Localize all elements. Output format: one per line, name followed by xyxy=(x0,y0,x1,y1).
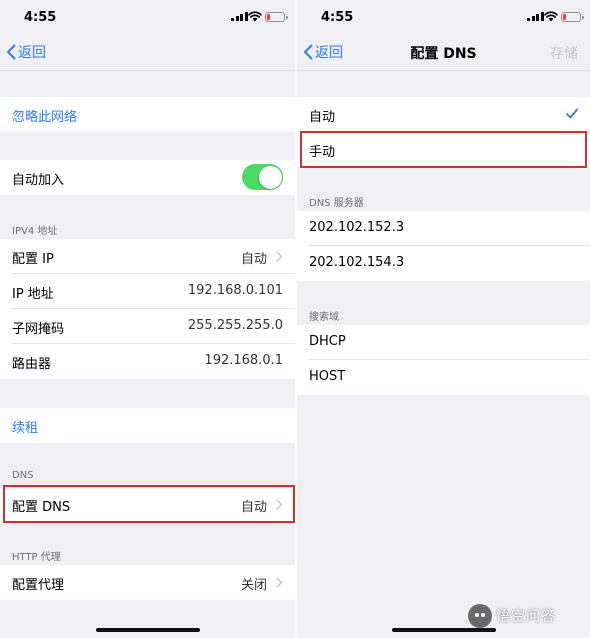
ip-address-value: 192.168.0.101 xyxy=(187,283,283,298)
dns-server-address: 202.102.154.3 xyxy=(309,255,405,270)
ip-address-row: IP 地址 192.168.0.101 xyxy=(0,274,295,309)
dns-servers-section-header: DNS 服务器 xyxy=(309,198,364,209)
router-label: 路由器 xyxy=(12,357,52,372)
dns-mode-automatic[interactable]: 自动 xyxy=(297,97,590,132)
nav-bar: 返回 配置 DNS 存储 xyxy=(297,34,590,70)
cellular-signal-icon xyxy=(527,12,544,21)
dns-mode-manual[interactable]: 手动 xyxy=(297,132,590,167)
wifi-icon xyxy=(248,11,262,22)
subnet-mask-row: 子网掩码 255.255.255.0 xyxy=(0,309,295,344)
configure-ip-label: 配置 IP xyxy=(12,252,54,267)
search-domain-item[interactable]: HOST xyxy=(297,360,590,395)
search-domain-label: DHCP xyxy=(309,334,346,349)
configure-dns-value: 自动 xyxy=(240,500,267,515)
configure-dns-row[interactable]: 配置 DNS 自动 xyxy=(0,487,295,522)
renew-lease-button[interactable]: 续租 xyxy=(0,408,295,443)
configure-ip-row[interactable]: 配置 IP 自动 xyxy=(0,239,295,274)
wukong-logo-icon xyxy=(468,604,492,628)
search-domain-label: HOST xyxy=(309,369,346,384)
configure-dns-label: 配置 DNS xyxy=(12,500,71,515)
checkmark-icon xyxy=(566,108,578,119)
save-button[interactable]: 存储 xyxy=(550,43,578,63)
status-time: 4:55 xyxy=(24,10,57,25)
configure-dns-screen: 4:55 返回 配置 DNS 存储 自动 手动 DNS 服务器 202.102.… xyxy=(297,0,590,638)
nav-separator xyxy=(297,70,590,71)
ipv4-section-header: IPV4 地址 xyxy=(12,226,58,237)
back-button[interactable]: 返回 xyxy=(6,42,46,62)
chevron-right-icon xyxy=(276,577,283,588)
dns-server-item[interactable]: 202.102.154.3 xyxy=(297,246,590,281)
search-domains-section-header: 搜索域 xyxy=(309,312,339,323)
dns-server-address: 202.102.152.3 xyxy=(309,220,405,235)
cellular-signal-icon xyxy=(231,12,248,21)
router-value: 192.168.0.1 xyxy=(204,353,283,368)
home-indicator[interactable] xyxy=(391,628,496,632)
ip-address-label: IP 地址 xyxy=(12,287,54,302)
auto-join-row: 自动加入 xyxy=(0,160,295,195)
configure-proxy-value: 关闭 xyxy=(240,578,267,593)
wifi-detail-screen: 4:55 返回 忽略此网络 自动加入 IPV4 地址 配置 IP 自动 IP 地… xyxy=(0,0,295,638)
chevron-right-icon xyxy=(276,499,283,510)
auto-join-label: 自动加入 xyxy=(12,173,65,188)
wifi-icon xyxy=(544,11,558,22)
page-title: 配置 DNS xyxy=(410,46,477,62)
search-domain-item[interactable]: DHCP xyxy=(297,325,590,360)
auto-join-toggle[interactable] xyxy=(242,164,283,190)
forget-network-label: 忽略此网络 xyxy=(12,110,78,125)
dns-server-item[interactable]: 202.102.152.3 xyxy=(297,211,590,246)
status-time: 4:55 xyxy=(321,10,354,25)
configure-proxy-row[interactable]: 配置代理 关闭 xyxy=(0,565,295,600)
mode-label: 自动 xyxy=(309,110,336,125)
status-bar: 4:55 xyxy=(297,0,590,34)
router-row: 路由器 192.168.0.1 xyxy=(0,344,295,379)
watermark-text: 悟空问答 xyxy=(496,609,556,625)
nav-separator xyxy=(0,70,295,71)
status-bar: 4:55 xyxy=(0,0,295,34)
chevron-left-icon xyxy=(7,44,16,60)
renew-lease-label: 续租 xyxy=(12,421,39,436)
dns-section-header: DNS xyxy=(12,470,34,481)
configure-ip-value: 自动 xyxy=(240,252,267,267)
battery-icon xyxy=(265,12,288,22)
mode-label: 手动 xyxy=(309,145,336,160)
back-label: 返回 xyxy=(18,45,46,61)
subnet-mask-value: 255.255.255.0 xyxy=(187,318,283,333)
chevron-right-icon xyxy=(276,251,283,262)
battery-icon xyxy=(561,12,584,22)
home-indicator[interactable] xyxy=(95,628,200,632)
http-proxy-section-header: HTTP 代理 xyxy=(12,552,61,563)
subnet-mask-label: 子网掩码 xyxy=(12,322,65,337)
nav-bar: 返回 xyxy=(0,34,295,70)
configure-proxy-label: 配置代理 xyxy=(12,578,65,593)
forget-network-button[interactable]: 忽略此网络 xyxy=(0,97,295,132)
watermark: 悟空问答 xyxy=(468,604,556,628)
